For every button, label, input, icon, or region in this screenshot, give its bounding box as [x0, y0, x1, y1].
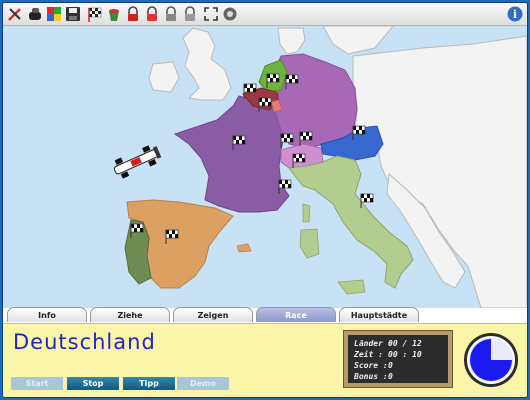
laender-value: 00 / 12	[388, 339, 422, 348]
tipp-button[interactable]: Tipp	[123, 377, 175, 390]
bonus-value: 0	[388, 372, 393, 381]
lock-gray-icon[interactable]	[162, 5, 180, 23]
bonus-label: Bonus :	[354, 372, 388, 381]
lock-red-2-icon[interactable]	[143, 5, 161, 23]
zeit-label: Zeit :	[354, 350, 383, 359]
scoreboard: Länder :00 / 12 Zeit : 00 : 10 Score :0 B…	[343, 330, 453, 388]
flag-race-icon[interactable]	[86, 5, 104, 23]
tab-info[interactable]: Info	[7, 307, 87, 322]
stop-button[interactable]: Stop	[67, 377, 119, 390]
score-value: 0	[388, 361, 393, 370]
lock-red-icon[interactable]	[124, 5, 142, 23]
demo-button[interactable]: Demo	[177, 377, 229, 390]
country-name: Deutschland	[13, 330, 156, 354]
svg-text:i: i	[513, 8, 517, 21]
timer-dial	[464, 333, 518, 387]
bucket-icon[interactable]	[105, 5, 123, 23]
fullscreen-icon[interactable]	[202, 5, 220, 23]
europe-map[interactable]	[3, 26, 527, 308]
toolbar: i	[3, 3, 527, 26]
info-icon[interactable]: i	[506, 5, 524, 23]
zeit-value: 00 : 10	[388, 350, 422, 359]
puzzle-icon[interactable]	[45, 5, 63, 23]
record-icon[interactable]	[221, 5, 239, 23]
bottom-panel: Deutschland Start Stop Tipp Demo Länder …	[3, 323, 527, 397]
corsica-shape	[302, 203, 311, 223]
tab-bar: Info Ziehe Zeigen Race Hauptstädte	[3, 307, 527, 323]
gloves-icon[interactable]	[26, 5, 44, 23]
save-icon[interactable]	[64, 5, 82, 23]
tab-ziehe[interactable]: Ziehe	[90, 307, 170, 322]
start-button[interactable]: Start	[11, 377, 63, 390]
lock-gray-2-icon[interactable]	[181, 5, 199, 23]
game-window: i Info Ziehe Zeigen Race Hauptstädte Deu…	[2, 2, 528, 398]
tools-icon[interactable]	[6, 5, 24, 23]
laender-label: Länder :	[354, 339, 393, 348]
score-label: Score :	[354, 361, 388, 370]
tab-hauptstaedte[interactable]: Hauptstädte	[339, 307, 419, 322]
tab-zeigen[interactable]: Zeigen	[173, 307, 253, 322]
tab-race[interactable]: Race	[256, 307, 336, 322]
